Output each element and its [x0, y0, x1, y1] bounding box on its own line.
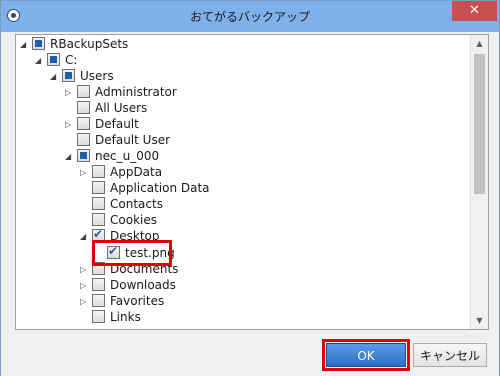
tree-item-label: RBackupSets: [50, 37, 129, 51]
tree-item[interactable]: ▷ Administrator: [16, 85, 466, 101]
tree-checkbox[interactable]: [77, 149, 90, 162]
dialog-window: おてがるバックアップ ✕ ◢ RBackupSets ◢ C: ◢ Users ▷ Admin…: [0, 0, 500, 376]
tree-item-label: C:: [65, 53, 78, 67]
tree-item[interactable]: ▷ Documents: [16, 262, 466, 278]
collapsed-arrow-icon[interactable]: ▷: [80, 167, 90, 179]
tree-item[interactable]: ◢ C:: [16, 53, 466, 69]
tree-item-label: Application Data: [110, 181, 210, 195]
tree-item[interactable]: ◢ RBackupSets: [16, 37, 466, 53]
tree-checkbox[interactable]: [92, 294, 105, 307]
tree-item-label: Default User: [95, 133, 171, 147]
tree-item[interactable]: Default User: [16, 133, 466, 149]
tree-item-label: Downloads: [110, 278, 176, 292]
tree-item[interactable]: test.png: [16, 244, 466, 262]
tree-checkbox[interactable]: [77, 117, 90, 130]
close-button[interactable]: ✕: [452, 1, 497, 21]
tree-item-label: Default: [95, 117, 139, 131]
tree-checkbox[interactable]: [77, 85, 90, 98]
tree-item[interactable]: Cookies: [16, 213, 466, 229]
tree-item-label: Links: [110, 310, 141, 324]
tree-item-label: Administrator: [95, 85, 177, 99]
collapsed-arrow-icon[interactable]: ▷: [80, 264, 90, 276]
ok-button[interactable]: OK: [326, 343, 406, 367]
scroll-up-arrow-icon[interactable]: ▲: [471, 35, 488, 52]
tree-checkbox[interactable]: [92, 213, 105, 226]
tree-item-label: Contacts: [110, 197, 163, 211]
tree-checkbox[interactable]: [62, 69, 75, 82]
tree-item-label: AppData: [110, 165, 163, 179]
collapsed-arrow-icon[interactable]: ▷: [65, 119, 75, 131]
tree-item[interactable]: Application Data: [16, 181, 466, 197]
scrollbar-thumb[interactable]: [474, 54, 485, 194]
tree-item[interactable]: ◢Desktop: [16, 227, 466, 245]
tree-checkbox[interactable]: [92, 278, 105, 291]
tree-checkbox[interactable]: [77, 101, 90, 114]
collapsed-arrow-icon[interactable]: ▷: [80, 296, 90, 308]
cancel-button[interactable]: キャンセル: [413, 343, 487, 367]
tree-item-label: Users: [80, 69, 114, 83]
tree-item-label: Favorites: [110, 294, 165, 308]
tree-item[interactable]: ▷ Downloads: [16, 278, 466, 294]
tree-item-label: nec_u_000: [95, 149, 160, 163]
tree-item[interactable]: Links: [16, 310, 466, 326]
tree-checkbox[interactable]: [32, 37, 45, 50]
tree-checkbox[interactable]: [47, 53, 60, 66]
expanded-arrow-icon[interactable]: ◢: [65, 151, 75, 163]
tree-item[interactable]: ◢ Users: [16, 69, 466, 85]
tree-item[interactable]: ▷ AppData: [16, 165, 466, 181]
tree-item-label: Cookies: [110, 213, 157, 227]
collapsed-arrow-icon[interactable]: ▷: [65, 87, 75, 99]
vertical-scrollbar[interactable]: ▲ ▼: [470, 35, 488, 329]
tree-checkbox[interactable]: [92, 181, 105, 194]
tree-item[interactable]: ▷ Favorites: [16, 294, 466, 310]
collapsed-arrow-icon[interactable]: ▷: [80, 280, 90, 292]
tree-checkbox[interactable]: [92, 197, 105, 210]
window-title: おてがるバックアップ: [189, 10, 310, 24]
folder-tree[interactable]: ◢ RBackupSets ◢ C: ◢ Users ▷ Administrator All U…: [15, 34, 489, 330]
tree-item[interactable]: ▷ Default: [16, 117, 466, 133]
expanded-arrow-icon[interactable]: ◢: [20, 39, 30, 51]
title-bar: おてがるバックアップ ✕: [1, 1, 499, 32]
tree-item-label: All Users: [95, 101, 148, 115]
highlight-test-png: [92, 240, 172, 266]
tree-checkbox[interactable]: [92, 165, 105, 178]
tree-checkbox[interactable]: [92, 310, 105, 323]
scroll-down-arrow-icon[interactable]: ▼: [471, 312, 488, 329]
tree-checkbox[interactable]: [77, 133, 90, 146]
tree-item[interactable]: ◢ nec_u_000: [16, 149, 466, 165]
expanded-arrow-icon[interactable]: ◢: [35, 55, 45, 67]
expanded-arrow-icon[interactable]: ◢: [80, 231, 90, 243]
tree-item[interactable]: Contacts: [16, 197, 466, 213]
tree-item[interactable]: All Users: [16, 101, 466, 117]
expanded-arrow-icon[interactable]: ◢: [50, 71, 60, 83]
